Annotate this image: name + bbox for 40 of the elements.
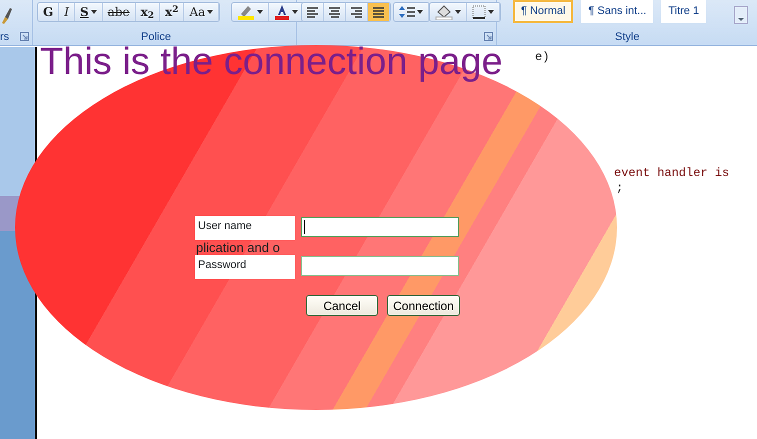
paint-bucket-icon (435, 4, 453, 20)
caret-icon (417, 10, 423, 14)
group-label: Style (615, 31, 640, 44)
caret-icon (488, 10, 494, 14)
field-label: User name (195, 216, 295, 240)
code-text: event handler is (614, 167, 730, 180)
group-label: rs (0, 31, 10, 44)
format-button[interactable]: G (38, 3, 60, 21)
borders-icon (472, 5, 486, 19)
format-button[interactable]: S (75, 3, 103, 21)
style-option[interactable]: Titre 1 (661, 0, 706, 23)
align-icon (373, 6, 384, 18)
connection-button[interactable]: Connection (387, 295, 460, 316)
field-label: Password (195, 255, 295, 279)
input-field[interactable] (301, 217, 459, 237)
style-option[interactable]: ¶ Sans int... (581, 0, 654, 23)
input-field[interactable] (301, 256, 459, 276)
line-spacing-icon (399, 5, 415, 19)
dialog-launcher-icon[interactable] (20, 32, 29, 41)
style-option[interactable]: ¶ Normal (513, 0, 574, 23)
code-text: ; (616, 182, 624, 195)
format-button[interactable]: Aa (184, 3, 220, 21)
font-color-icon (274, 4, 290, 20)
caret-icon (292, 10, 298, 14)
highlighter-icon (237, 4, 255, 20)
cancel-button[interactable]: Cancel (306, 295, 378, 316)
align-icon (307, 6, 318, 18)
dialog-launcher-icon[interactable] (484, 32, 493, 41)
format-button[interactable]: x$_{2}$ (136, 3, 160, 21)
document-text: plication and o (196, 241, 280, 254)
group-label: Police (141, 31, 171, 44)
caret-icon (455, 10, 461, 14)
align-icon (351, 6, 362, 18)
format-button[interactable]: I (59, 3, 75, 21)
caret-icon (257, 10, 263, 14)
align-icon (329, 6, 340, 18)
format-button[interactable]: abe (102, 3, 136, 21)
code-text: e) (535, 51, 550, 64)
format-button[interactable]: x$^{2}$ (160, 3, 184, 21)
align-button[interactable] (368, 3, 390, 21)
